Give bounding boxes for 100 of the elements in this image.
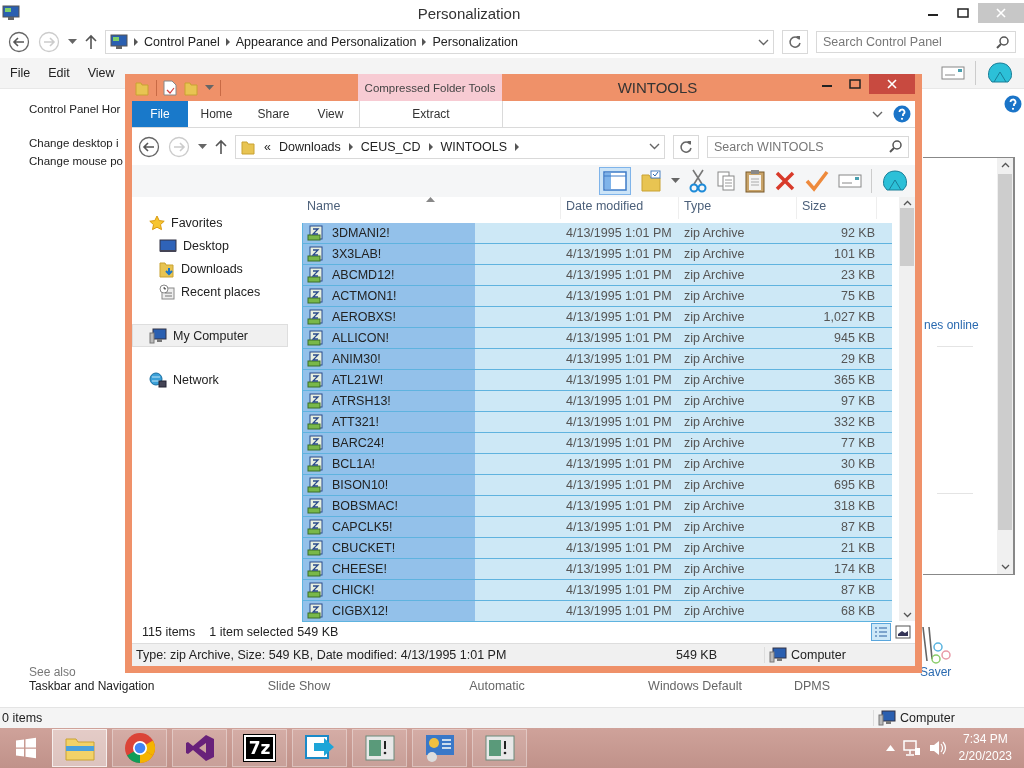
caret-icon[interactable] — [671, 178, 680, 184]
taskbar-button[interactable]: 7z — [232, 729, 287, 767]
column-header[interactable]: Name — [302, 197, 561, 219]
file-row[interactable]: BISON10! 4/13/1995 1:01 PM zip Archive 695 KB — [302, 475, 892, 496]
taskbar-button[interactable] — [292, 729, 347, 767]
shell-icon[interactable] — [881, 169, 909, 193]
file-row[interactable]: ATL21W! 4/13/1995 1:01 PM zip Archive 365 KB — [302, 370, 892, 391]
search-field[interactable]: Search Control Panel — [816, 31, 1016, 53]
file-row[interactable]: 3DMANI2! 4/13/1995 1:01 PM zip Archive 92 KB — [302, 223, 892, 244]
scroll-down-icon[interactable] — [1000, 564, 1010, 570]
caret-icon[interactable] — [198, 143, 207, 150]
overflow-chevron[interactable]: « — [264, 139, 271, 154]
file-row[interactable]: CHICK! 4/13/1995 1:01 PM zip Archive 87 KB — [302, 580, 892, 601]
close-button[interactable] — [869, 74, 915, 94]
file-row[interactable]: ALLICON! 4/13/1995 1:01 PM zip Archive 945 KB — [302, 328, 892, 349]
scroll-thumb[interactable] — [900, 208, 914, 266]
file-row[interactable]: CAPCLK5! 4/13/1995 1:01 PM zip Archive 87 KB — [302, 517, 892, 538]
sidebar-link[interactable]: Change mouse po — [29, 155, 123, 167]
menu-item[interactable]: File — [10, 66, 31, 80]
speaker-icon[interactable] — [928, 740, 947, 756]
scroll-up-icon[interactable] — [902, 200, 912, 206]
card-icon[interactable] — [941, 65, 965, 81]
breadcrumb[interactable]: CEUS_CD — [360, 139, 421, 154]
breadcrumb[interactable]: Personalization — [432, 35, 518, 49]
sidebar-link[interactable]: Change desktop i — [29, 137, 119, 149]
caret-icon[interactable] — [205, 84, 214, 91]
menu-item[interactable]: Edit — [48, 66, 70, 80]
taskbar-button[interactable] — [172, 729, 227, 767]
file-row[interactable]: ATT321! 4/13/1995 1:01 PM zip Archive 332 KB — [302, 412, 892, 433]
up-arrow-icon[interactable] — [85, 34, 97, 50]
taskbar-button[interactable] — [352, 729, 407, 767]
file-row[interactable]: CHEESE! 4/13/1995 1:01 PM zip Archive 174 KB — [302, 559, 892, 580]
back-icon[interactable] — [8, 31, 30, 53]
taskbar-button[interactable] — [112, 729, 167, 767]
breadcrumb[interactable]: Downloads — [278, 139, 341, 154]
large-icons-view-icon[interactable] — [895, 625, 911, 639]
network-status-icon[interactable] — [902, 740, 921, 756]
file-row[interactable]: BARC24! 4/13/1995 1:01 PM zip Archive 77 KB — [302, 433, 892, 454]
column-header[interactable]: Type — [679, 197, 797, 219]
scrollbar[interactable] — [997, 158, 1013, 574]
file-row[interactable]: BCL1A! 4/13/1995 1:01 PM zip Archive 30 KB — [302, 454, 892, 475]
scroll-up-icon[interactable] — [1000, 162, 1010, 168]
search-icon[interactable] — [996, 35, 1009, 49]
nav-item[interactable]: Desktop — [132, 234, 288, 257]
nav-item[interactable]: Recent places — [132, 280, 288, 303]
breadcrumb[interactable]: WINTOOLS — [440, 139, 507, 154]
search-icon[interactable] — [889, 140, 902, 153]
caret-icon[interactable] — [68, 39, 77, 45]
file-row[interactable]: ATRSH13! 4/13/1995 1:01 PM zip Archive 97 KB — [302, 391, 892, 412]
copy-icon[interactable] — [716, 170, 736, 192]
chevron-icon[interactable] — [758, 38, 769, 46]
document-icon[interactable] — [163, 79, 177, 96]
address-bar[interactable]: « Downloads CEUS_CD WINTOOLS — [235, 134, 665, 159]
shell-icon[interactable] — [986, 61, 1014, 85]
file-row[interactable]: CIGBX12! 4/13/1995 1:01 PM zip Archive 68 KB — [302, 601, 892, 622]
back-icon[interactable] — [138, 135, 160, 158]
taskbar-button[interactable] — [412, 729, 467, 767]
address-bar[interactable]: Control Panel Appearance and Personalization Personalization — [105, 30, 774, 54]
nav-item[interactable]: My Computer — [132, 324, 288, 347]
chevron-icon[interactable] — [872, 110, 883, 118]
file-row[interactable]: 3X3LAB! 4/13/1995 1:01 PM zip Archive 101 KB — [302, 244, 892, 265]
chevron-icon[interactable] — [649, 143, 660, 150]
ribbon-tab[interactable]: Extract — [359, 101, 503, 127]
delete-icon[interactable] — [774, 170, 796, 192]
card-icon[interactable] — [838, 173, 862, 189]
refresh-icon[interactable] — [788, 35, 802, 49]
check-icon[interactable] — [805, 170, 829, 192]
setting-link[interactable]: Saver — [920, 665, 952, 679]
breadcrumb[interactable]: Control Panel — [144, 35, 220, 49]
search-field[interactable]: Search WINTOOLS — [707, 135, 909, 158]
sidebar-link[interactable]: Control Panel Hor — [29, 103, 121, 115]
column-header[interactable]: Date modified — [561, 197, 679, 219]
refresh-icon[interactable] — [679, 139, 693, 154]
menu-item[interactable]: View — [87, 66, 115, 80]
help-icon[interactable] — [1004, 95, 1022, 113]
link[interactable]: nes online — [923, 318, 979, 332]
nav-item[interactable]: Downloads — [132, 257, 288, 280]
folder-check-icon[interactable] — [640, 170, 662, 192]
ribbon-tab[interactable]: File — [132, 101, 188, 127]
clipboard-icon[interactable] — [745, 169, 765, 193]
taskbar-button[interactable] — [472, 729, 527, 767]
show-hidden-icons-icon[interactable] — [885, 745, 895, 751]
nav-item[interactable]: Favorites — [132, 211, 288, 234]
up-arrow-icon[interactable] — [215, 138, 227, 155]
file-row[interactable]: ACTMON1! 4/13/1995 1:01 PM zip Archive 75 KB — [302, 286, 892, 307]
file-row[interactable]: AEROBXS! 4/13/1995 1:01 PM zip Archive 1,027 KB — [302, 307, 892, 328]
help-icon[interactable] — [893, 105, 911, 123]
breadcrumb[interactable]: Appearance and Personalization — [235, 35, 417, 49]
file-row[interactable]: CBUCKET! 4/13/1995 1:01 PM zip Archive 21 KB — [302, 538, 892, 559]
ribbon-tab[interactable]: Home — [188, 101, 245, 127]
scroll-thumb[interactable] — [998, 174, 1012, 530]
ribbon-tab[interactable]: Share — [245, 101, 302, 127]
nav-item[interactable]: Network — [132, 368, 288, 391]
file-row[interactable]: BOBSMAC! 4/13/1995 1:01 PM zip Archive 318 KB — [302, 496, 892, 517]
scrollbar[interactable] — [899, 197, 915, 621]
column-header[interactable]: Size — [797, 197, 877, 219]
ribbon-tab[interactable]: View — [302, 101, 359, 127]
pane-icon[interactable] — [602, 170, 628, 192]
file-row[interactable]: ABCMD12! 4/13/1995 1:01 PM zip Archive 23 KB — [302, 265, 892, 286]
scroll-down-icon[interactable] — [902, 612, 912, 618]
